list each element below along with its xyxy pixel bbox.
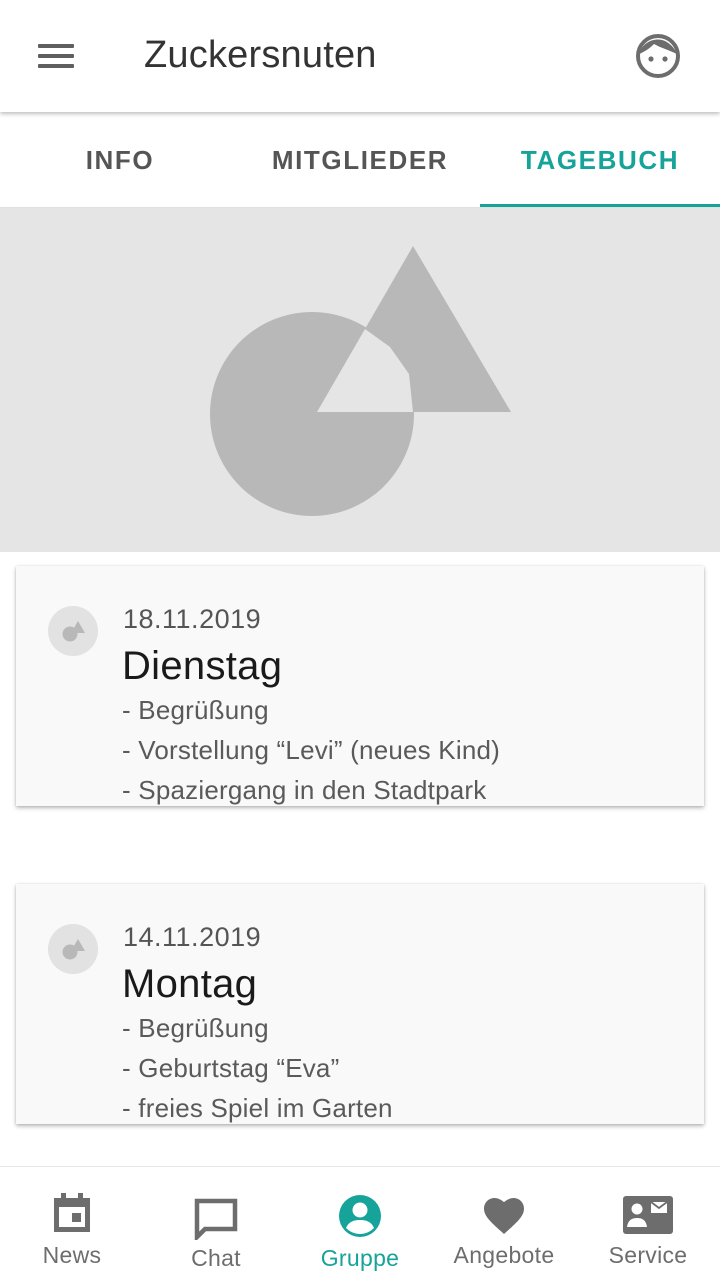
nav-label: Gruppe xyxy=(320,1245,400,1271)
entry-note-line: - freies Spiel im Garten xyxy=(122,1093,393,1123)
contact-mail-icon xyxy=(623,1196,673,1234)
image-placeholder-icon xyxy=(210,246,511,516)
app-screen: Zuckersnuten INFO MITGLIEDER TAGEBUCH 18… xyxy=(0,0,720,1280)
nav-item-angebote[interactable]: Angebote xyxy=(432,1167,576,1280)
tab-info[interactable]: INFO xyxy=(0,112,240,208)
active-tab-indicator xyxy=(480,204,720,207)
nav-label: News xyxy=(42,1242,102,1268)
nav-item-chat[interactable]: Chat xyxy=(144,1167,288,1280)
nav-item-service[interactable]: Service xyxy=(576,1167,720,1280)
profile-button[interactable] xyxy=(634,32,682,80)
nav-label: Angebote xyxy=(453,1242,555,1268)
entry-title: Dienstag xyxy=(122,644,283,688)
diary-entry-card[interactable]: 14.11.2019 Montag - Begrüßung - Geburtst… xyxy=(16,884,704,1124)
chat-bubble-icon xyxy=(194,1198,238,1240)
entry-note-line: - Begrüßung xyxy=(122,695,269,725)
calendar-icon xyxy=(54,1193,90,1232)
image-placeholder-icon xyxy=(62,621,85,642)
nav-label: Service xyxy=(608,1242,688,1268)
entry-note-line: - Vorstellung “Levi” (neues Kind) xyxy=(122,735,501,765)
child-face-icon xyxy=(636,34,680,78)
tab-mitglieder[interactable]: MITGLIEDER xyxy=(240,112,480,208)
image-placeholder-icon xyxy=(62,939,85,960)
tab-bar: INFO MITGLIEDER TAGEBUCH xyxy=(0,112,720,208)
nav-item-news[interactable]: News xyxy=(0,1167,144,1280)
app-bar: Zuckersnuten xyxy=(0,0,720,112)
entry-note-line: - Spaziergang in den Stadtpark xyxy=(122,775,487,805)
nav-item-gruppe[interactable]: Gruppe xyxy=(288,1167,432,1280)
group-image xyxy=(0,208,720,552)
entry-note-line: - Begrüßung xyxy=(122,1013,269,1043)
diary-entry-card[interactable]: 18.11.2019 Dienstag - Begrüßung - Vorste… xyxy=(16,566,704,806)
account-circle-icon xyxy=(339,1195,381,1237)
nav-label: Chat xyxy=(191,1245,241,1271)
page-title: Zuckersnuten xyxy=(144,34,377,76)
heart-icon xyxy=(484,1198,524,1234)
entry-title: Montag xyxy=(122,962,258,1006)
entry-image-thumbnail xyxy=(48,606,98,656)
entry-date: 14.11.2019 xyxy=(123,922,262,952)
entry-notes: - Begrüßung - Geburtstag “Eva” - freies … xyxy=(122,1008,393,1128)
bottom-navigation: News Chat Gruppe Angebote Service xyxy=(0,1166,720,1280)
entry-notes: - Begrüßung - Vorstellung “Levi” (neues … xyxy=(122,690,500,810)
tab-tagebuch[interactable]: TAGEBUCH xyxy=(480,112,720,208)
entry-note-line: - Geburtstag “Eva” xyxy=(122,1053,340,1083)
menu-button[interactable] xyxy=(22,30,74,82)
entry-image-thumbnail xyxy=(48,924,98,974)
entry-date: 18.11.2019 xyxy=(123,604,262,634)
